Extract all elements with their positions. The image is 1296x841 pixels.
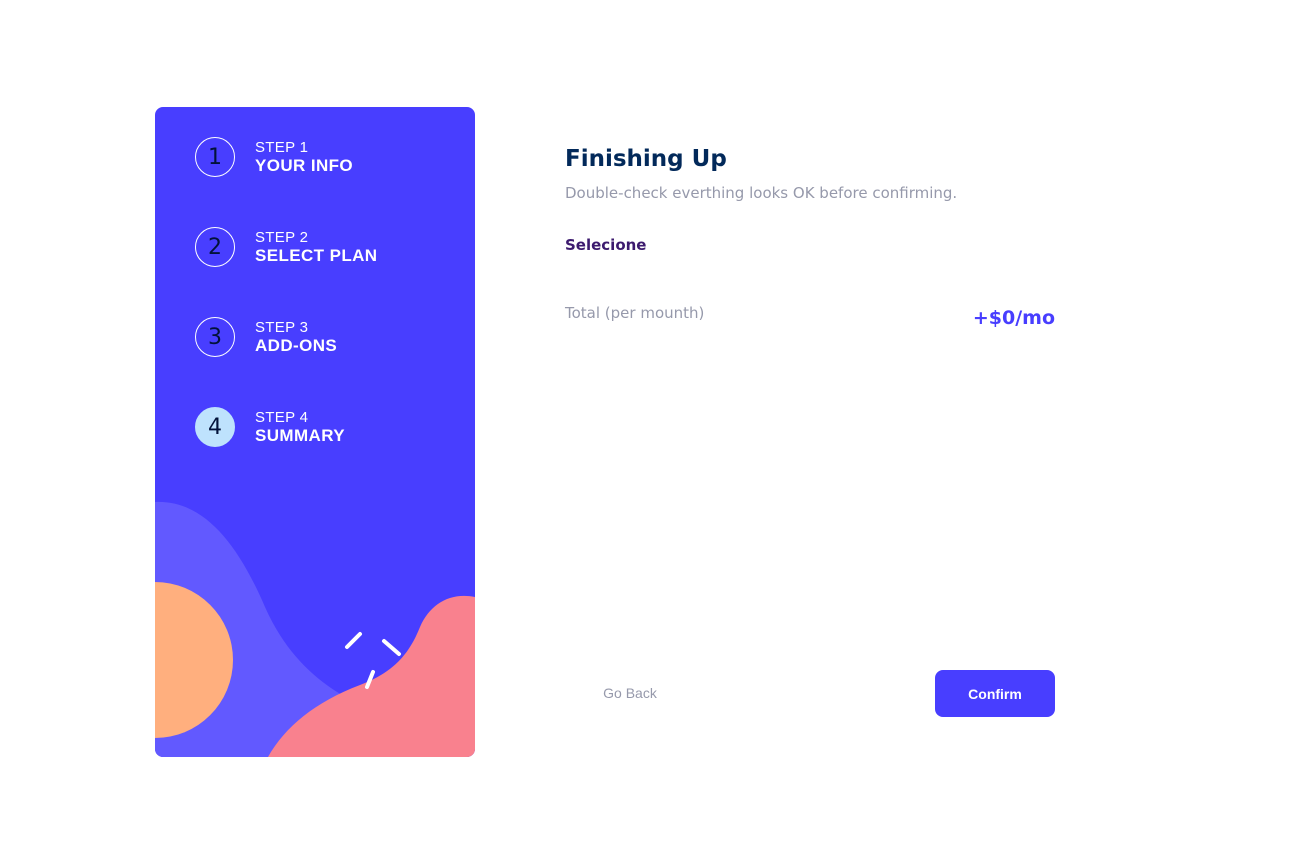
step-title: SELECT PLAN (255, 245, 378, 265)
step-number-badge-active: 4 (195, 407, 235, 447)
confirm-button[interactable]: Confirm (935, 670, 1055, 717)
step-text: STEP 3 ADD-ONS (255, 319, 337, 356)
go-back-button[interactable]: Go Back (565, 670, 695, 716)
page-subtitle: Double-check everthing looks OK before c… (565, 184, 958, 202)
step-item-select-plan[interactable]: 2 STEP 2 SELECT PLAN (195, 227, 377, 267)
step-text: STEP 2 SELECT PLAN (255, 229, 377, 266)
step-list: 1 STEP 1 YOUR INFO 2 STEP 2 SELECT PLAN … (195, 137, 377, 497)
step-number-badge: 3 (195, 317, 235, 357)
step-sidebar: 1 STEP 1 YOUR INFO 2 STEP 2 SELECT PLAN … (155, 107, 475, 757)
page: 1 STEP 1 YOUR INFO 2 STEP 2 SELECT PLAN … (0, 0, 1296, 841)
step-number-badge: 1 (195, 137, 235, 177)
total-value: +$0/mo (972, 307, 1055, 329)
step-caption: STEP 2 (255, 228, 309, 246)
step-caption: STEP 3 (255, 318, 309, 336)
step-title: YOUR INFO (255, 155, 354, 175)
total-row: Total (per mounth) +$0/mo (565, 304, 1055, 329)
step-caption: STEP 4 (255, 408, 309, 426)
sparkle-line (382, 639, 401, 656)
total-label: Total (per mounth) (565, 304, 705, 322)
step-title: SUMMARY (255, 425, 345, 445)
step-text: STEP 1 YOUR INFO (255, 139, 353, 176)
summary-panel: Finishing Up Double-check everthing look… (565, 140, 1055, 329)
step-number-badge: 2 (195, 227, 235, 267)
page-title: Finishing Up (565, 146, 727, 172)
selected-plan-name: Selecione (565, 236, 647, 254)
step-item-add-ons[interactable]: 3 STEP 3 ADD-ONS (195, 317, 377, 357)
step-title: ADD-ONS (255, 335, 338, 355)
step-item-your-info[interactable]: 1 STEP 1 YOUR INFO (195, 137, 377, 177)
step-item-summary[interactable]: 4 STEP 4 SUMMARY (195, 407, 377, 447)
step-text: STEP 4 SUMMARY (255, 409, 345, 446)
sparkle-line (345, 632, 362, 649)
step-caption: STEP 1 (255, 138, 309, 156)
